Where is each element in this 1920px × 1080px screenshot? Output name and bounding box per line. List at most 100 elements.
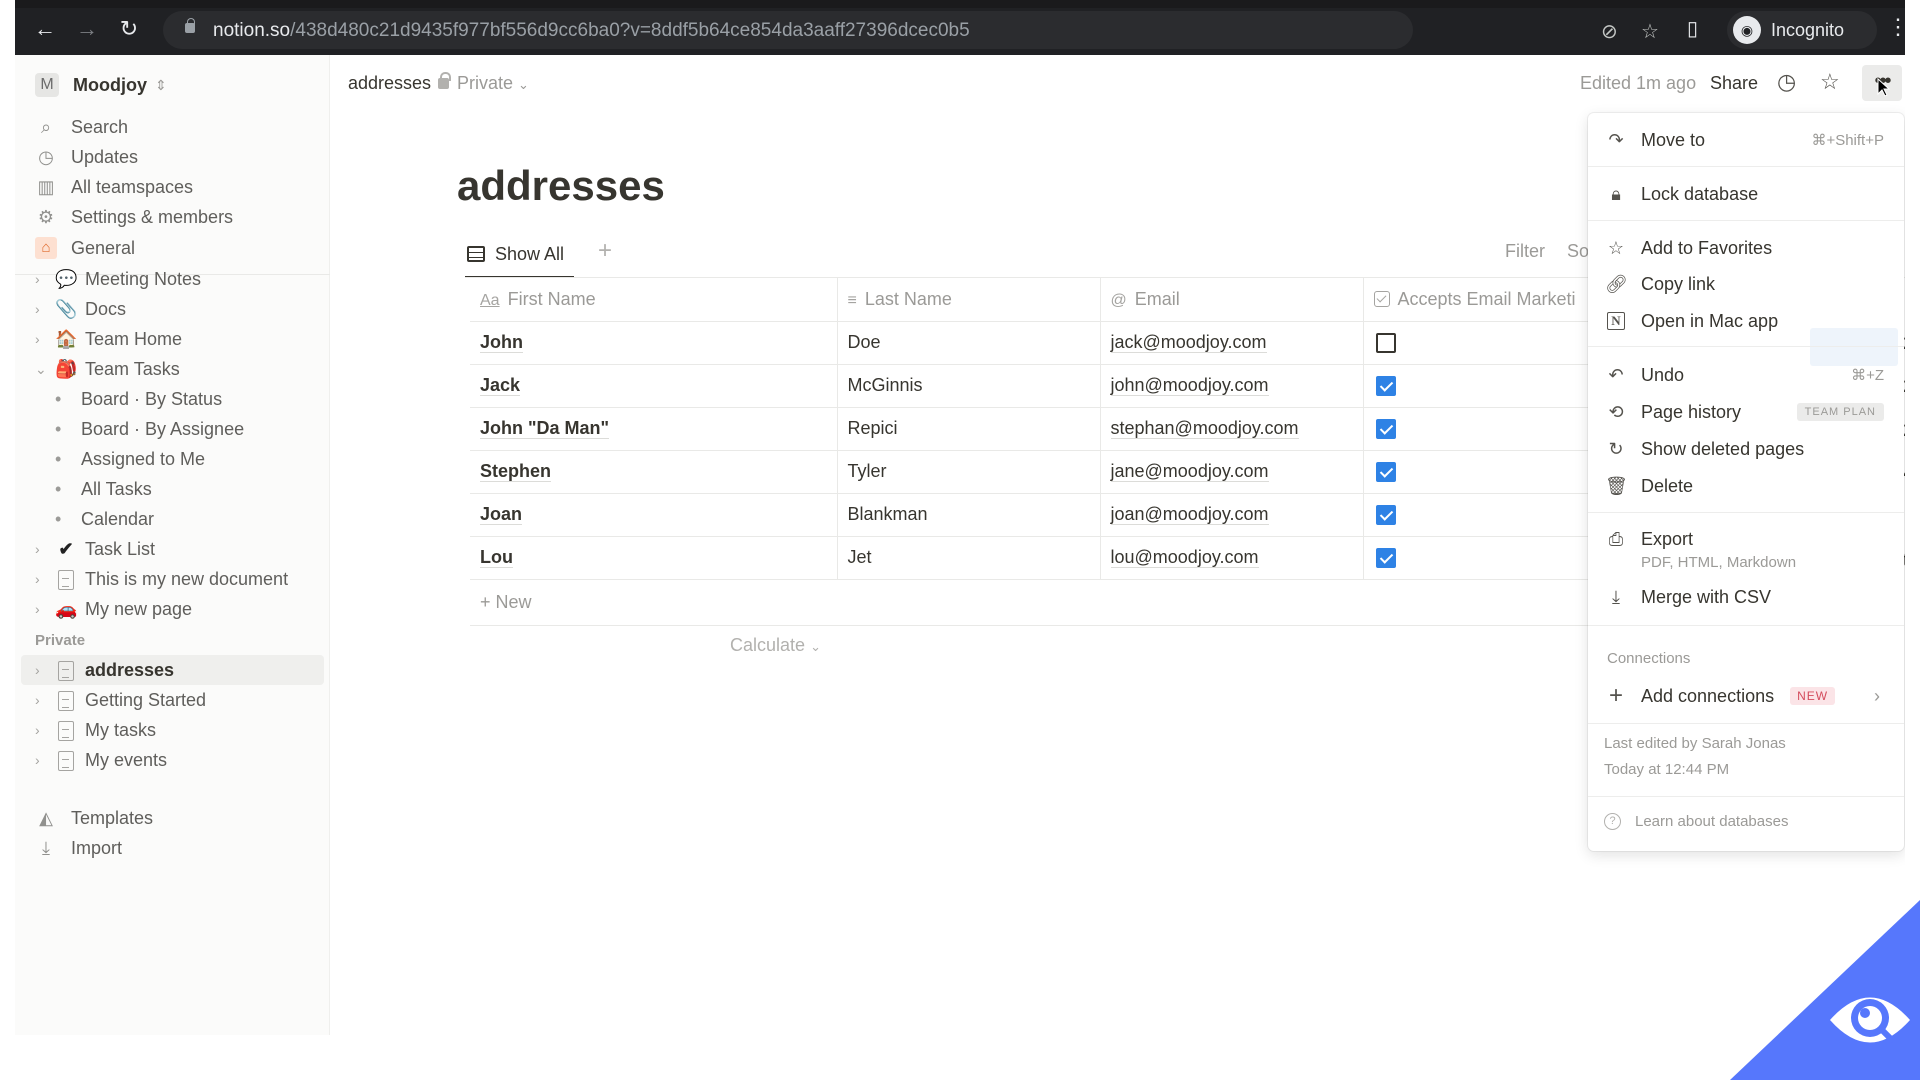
sidebar-item-updates[interactable]: ◷ Updates	[35, 142, 138, 172]
sidebar-item-templates[interactable]: ◭ Templates	[35, 803, 153, 833]
cell-email[interactable]: lou@moodjoy.com	[1100, 536, 1364, 580]
cell-accepts-marketing[interactable]	[1363, 450, 1593, 494]
sidebar-item-assigned-to-me[interactable]: • Assigned to Me	[35, 444, 205, 474]
table-row[interactable]: Jack McGinnis john@moodjoy.com	[470, 364, 1593, 408]
email-link[interactable]: joan@moodjoy.com	[1110, 504, 1269, 525]
sidebar-item-team-home[interactable]: › 🏠 Team Home	[35, 324, 182, 354]
checkbox-checked[interactable]	[1375, 505, 1396, 526]
chevron-down-icon[interactable]: ⌄	[35, 361, 49, 378]
cell-accepts-marketing[interactable]	[1363, 364, 1593, 408]
back-arrow-icon[interactable]: ←	[33, 17, 57, 41]
cell-first-name[interactable]: Stephen	[470, 450, 838, 494]
chevron-right-icon[interactable]: ›	[35, 571, 49, 587]
sidebar-item-calendar[interactable]: • Calendar	[35, 504, 154, 534]
sidebar-item-import[interactable]: ⤓ Import	[35, 833, 122, 863]
cell-email[interactable]: jack@moodjoy.com	[1100, 321, 1364, 365]
email-link[interactable]: jack@moodjoy.com	[1110, 332, 1267, 353]
menu-item-add-connections[interactable]: + Add connections NEW ›	[1588, 679, 1904, 713]
sidebar-item-board-by-status[interactable]: • Board · By Status	[35, 384, 222, 414]
page-title[interactable]: addresses	[457, 162, 665, 210]
column-header-email[interactable]: @ Email	[1100, 278, 1364, 322]
email-link[interactable]: jane@moodjoy.com	[1110, 461, 1269, 482]
menu-item-move-to[interactable]: ↷ Move to ⌘+Shift+P	[1588, 123, 1904, 157]
sidebar-item-team-tasks[interactable]: ⌄ 🎒 Team Tasks	[35, 354, 180, 384]
forward-arrow-icon[interactable]: →	[75, 17, 99, 41]
breadcrumb[interactable]: addresses	[348, 73, 431, 94]
chevron-right-icon[interactable]: ›	[35, 271, 49, 287]
checkbox-checked[interactable]	[1375, 419, 1396, 440]
filter-button[interactable]: Filter	[1505, 241, 1545, 262]
cell-last-name[interactable]: Repici	[837, 407, 1101, 451]
menu-item-page-history[interactable]: ⟲ Page history TEAM PLAN	[1588, 395, 1904, 429]
cell-email[interactable]: stephan@moodjoy.com	[1100, 407, 1364, 451]
email-link[interactable]: stephan@moodjoy.com	[1110, 418, 1299, 439]
menu-item-show-deleted-pages[interactable]: ↻ Show deleted pages	[1588, 432, 1904, 466]
chevron-right-icon[interactable]: ›	[35, 752, 49, 768]
browser-menu-icon[interactable]: ⋮	[1887, 14, 1905, 40]
cell-last-name[interactable]: Blankman	[837, 493, 1101, 537]
cell-email[interactable]: joan@moodjoy.com	[1100, 493, 1364, 537]
cell-last-name[interactable]: McGinnis	[837, 364, 1101, 408]
sidebar-item-search[interactable]: ⌕ Search	[35, 112, 128, 142]
checkbox-unchecked[interactable]	[1375, 333, 1396, 354]
chevron-right-icon[interactable]: ›	[35, 601, 49, 617]
sidebar-item-all-tasks[interactable]: • All Tasks	[35, 474, 152, 504]
checkbox-checked[interactable]	[1375, 376, 1396, 397]
table-row[interactable]: John "Da Man" Repici stephan@moodjoy.com	[470, 407, 1593, 451]
checkbox-checked[interactable]	[1375, 548, 1396, 569]
cell-email[interactable]: john@moodjoy.com	[1100, 364, 1364, 408]
calculate-dropdown[interactable]: Calculate ⌄	[730, 635, 821, 656]
chevron-right-icon[interactable]: ›	[35, 662, 49, 678]
cell-last-name[interactable]: Jet	[837, 536, 1101, 580]
chevron-right-icon[interactable]: ›	[35, 301, 49, 317]
cell-email[interactable]: jane@moodjoy.com	[1100, 450, 1364, 494]
cell-last-name[interactable]: Tyler	[837, 450, 1101, 494]
sidebar-item-docs[interactable]: › 📎 Docs	[35, 294, 126, 324]
menu-item-delete[interactable]: 🗑︎ Delete	[1588, 469, 1904, 503]
sidebar-item-task-list[interactable]: › ✔ Task List	[35, 534, 155, 564]
table-row[interactable]: Stephen Tyler jane@moodjoy.com	[470, 450, 1593, 494]
menu-item-open-mac-app[interactable]: N Open in Mac app	[1588, 304, 1904, 338]
sidebar-item-my-events[interactable]: › My events	[35, 745, 167, 775]
privacy-dropdown[interactable]: Private ⌄	[438, 72, 529, 94]
email-link[interactable]: lou@moodjoy.com	[1110, 547, 1259, 568]
sidebar-item-meeting-notes[interactable]: › 💬 Meeting Notes	[35, 264, 201, 294]
cell-accepts-marketing[interactable]	[1363, 493, 1593, 537]
table-row[interactable]: John Doe jack@moodjoy.com	[470, 321, 1593, 365]
menu-item-copy-link[interactable]: 🔗︎ Copy link	[1588, 267, 1904, 301]
sidebar-item-general[interactable]: ⌂ General	[35, 233, 135, 263]
tab-show-all[interactable]: Show All	[465, 232, 575, 278]
cell-accepts-marketing[interactable]	[1363, 321, 1593, 365]
cell-first-name[interactable]: Lou	[470, 536, 838, 580]
sidebar-item-addresses[interactable]: › addresses	[21, 655, 324, 685]
column-header-accepts-marketing[interactable]: Accepts Email Marketi	[1363, 278, 1593, 322]
sort-button[interactable]: So	[1567, 241, 1589, 262]
add-view-icon[interactable]: +	[598, 237, 612, 265]
column-header-first-name[interactable]: Aa First Name	[470, 278, 838, 322]
cell-first-name[interactable]: John "Da Man"	[470, 407, 838, 451]
share-button[interactable]: Share	[1710, 73, 1758, 94]
menu-item-merge-csv[interactable]: ⤓ Merge with CSV	[1588, 580, 1904, 614]
menu-item-undo[interactable]: ↶ Undo ⌘+Z	[1588, 358, 1904, 392]
checkbox-checked[interactable]	[1375, 462, 1396, 483]
sidebar-item-all-teamspaces[interactable]: ▥ All teamspaces	[35, 172, 193, 202]
menu-item-export[interactable]: ⎙ Export	[1588, 522, 1904, 556]
chevron-right-icon[interactable]: ›	[35, 692, 49, 708]
side-panel-icon[interactable]: ▯	[1687, 16, 1698, 41]
sidebar-item-board-by-assignee[interactable]: • Board · By Assignee	[35, 414, 244, 444]
table-row[interactable]: Joan Blankman joan@moodjoy.com	[470, 493, 1593, 537]
email-link[interactable]: john@moodjoy.com	[1110, 375, 1269, 396]
bookmark-star-icon[interactable]: ☆	[1641, 19, 1659, 44]
cell-first-name[interactable]: John	[470, 321, 838, 365]
sidebar-item-getting-started[interactable]: › Getting Started	[35, 685, 206, 715]
address-bar[interactable]: notion.so/438d480c21d9435f977bf556d9cc6b…	[163, 11, 1659, 49]
learn-about-databases-link[interactable]: ? Learn about databases	[1604, 813, 1788, 830]
history-clock-icon[interactable]: ◷	[1777, 69, 1796, 95]
menu-item-add-to-favorites[interactable]: ☆ Add to Favorites	[1588, 231, 1904, 265]
cell-first-name[interactable]: Jack	[470, 364, 838, 408]
table-row[interactable]: Lou Jet lou@moodjoy.com	[470, 536, 1593, 580]
eye-off-icon[interactable]: ⊘	[1601, 19, 1618, 44]
new-row-button[interactable]: + New	[480, 592, 532, 613]
incognito-profile[interactable]: ◉ Incognito	[1727, 11, 1877, 49]
sidebar-item-my-new-page[interactable]: › 🚗 My new page	[35, 594, 192, 624]
